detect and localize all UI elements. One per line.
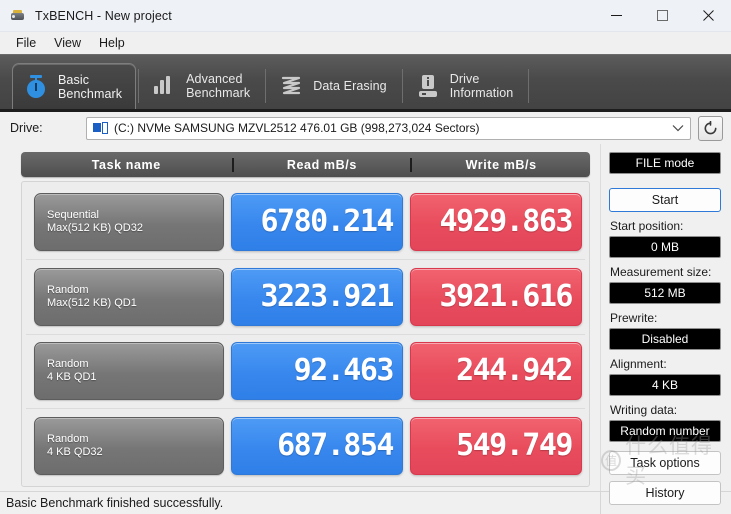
status-message: Basic Benchmark finished successfully. bbox=[6, 495, 224, 510]
alignment-label: Alignment: bbox=[610, 357, 667, 371]
column-header-read: Read mB/s bbox=[231, 157, 411, 172]
tab-data-erasing[interactable]: Data Erasing bbox=[268, 63, 399, 109]
tab-label-drive-information: Drive Information bbox=[449, 72, 514, 100]
tab-strip: Basic Benchmark Advanced Benchmark Data … bbox=[0, 54, 731, 112]
table-row: Random 4 KB QD1 92.463 244.942 bbox=[26, 335, 585, 410]
measurement-size-label: Measurement size: bbox=[610, 265, 712, 279]
drive-info-icon bbox=[415, 72, 441, 100]
mode-display[interactable]: FILE mode bbox=[609, 152, 721, 174]
chevron-down-icon[interactable] bbox=[664, 119, 684, 137]
tab-label-advanced-benchmark: Advanced Benchmark bbox=[186, 72, 251, 100]
usb-drive-icon bbox=[10, 8, 26, 24]
main-body: Task name Read mB/s Write mB/s Sequentia… bbox=[0, 144, 731, 505]
read-value: 687.854 bbox=[277, 428, 394, 464]
task-name-cell: Random 4 KB QD1 bbox=[34, 342, 224, 401]
table-row: Sequential Max(512 KB) QD32 6780.214 492… bbox=[26, 185, 585, 260]
write-value: 549.749 bbox=[456, 428, 573, 464]
task-name-label: Random Max(512 KB) QD1 bbox=[47, 283, 137, 309]
drive-icon bbox=[93, 121, 108, 135]
start-position-label: Start position: bbox=[610, 219, 684, 233]
bar-chart-icon bbox=[151, 72, 177, 100]
column-header-write: Write mB/s bbox=[410, 157, 590, 172]
read-value: 3223.921 bbox=[260, 278, 395, 314]
read-value-cell: 6780.214 bbox=[231, 192, 403, 251]
tab-basic-benchmark[interactable]: Basic Benchmark bbox=[12, 63, 137, 109]
task-options-button[interactable]: Task options bbox=[609, 451, 721, 475]
results-rows: Sequential Max(512 KB) QD32 6780.214 492… bbox=[21, 181, 590, 487]
prewrite-value[interactable]: Disabled bbox=[609, 328, 721, 350]
tab-separator bbox=[401, 69, 403, 103]
prewrite-label: Prewrite: bbox=[610, 311, 658, 325]
refresh-icon bbox=[704, 120, 717, 134]
write-value: 3921.616 bbox=[439, 278, 574, 314]
drive-selected-value: (C:) NVMe SAMSUNG MZVL2512 476.01 GB (99… bbox=[114, 121, 480, 135]
close-icon[interactable] bbox=[685, 0, 731, 32]
task-name-cell: Sequential Max(512 KB) QD32 bbox=[34, 192, 224, 251]
minimize-icon[interactable] bbox=[593, 0, 639, 32]
write-value-cell: 3921.616 bbox=[410, 267, 582, 326]
tab-separator bbox=[138, 69, 140, 103]
measurement-size-value[interactable]: 512 MB bbox=[609, 282, 721, 304]
read-value: 6780.214 bbox=[260, 203, 395, 239]
window-controls bbox=[593, 0, 731, 32]
read-value-cell: 687.854 bbox=[231, 417, 403, 476]
write-value-cell: 4929.863 bbox=[410, 192, 582, 251]
menu-item-view[interactable]: View bbox=[45, 34, 90, 52]
tab-label-data-erasing: Data Erasing bbox=[313, 79, 387, 93]
tab-advanced-benchmark[interactable]: Advanced Benchmark bbox=[141, 63, 263, 109]
writing-data-label: Writing data: bbox=[610, 403, 678, 417]
read-value-cell: 3223.921 bbox=[231, 267, 403, 326]
drive-select[interactable]: (C:) NVMe SAMSUNG MZVL2512 476.01 GB (99… bbox=[86, 116, 691, 140]
read-value-cell: 92.463 bbox=[231, 342, 403, 401]
start-button[interactable]: Start bbox=[609, 188, 721, 212]
task-name-label: Random 4 KB QD32 bbox=[47, 433, 103, 459]
write-value: 244.942 bbox=[456, 353, 573, 389]
task-name-label: Sequential Max(512 KB) QD32 bbox=[47, 208, 143, 234]
task-name-cell: Random Max(512 KB) QD1 bbox=[34, 267, 224, 326]
txbench-window: TxBENCH - New project File View Help Bas… bbox=[0, 0, 731, 514]
history-button[interactable]: History bbox=[609, 481, 721, 505]
write-value: 4929.863 bbox=[439, 203, 574, 239]
maximize-icon[interactable] bbox=[639, 0, 685, 32]
tab-separator bbox=[265, 69, 267, 103]
tab-drive-information[interactable]: Drive Information bbox=[405, 63, 527, 109]
menu-bar: File View Help bbox=[0, 32, 731, 54]
start-position-value[interactable]: 0 MB bbox=[609, 236, 721, 258]
drive-selector-row: Drive: (C:) NVMe SAMSUNG MZVL2512 476.01… bbox=[0, 112, 731, 144]
benchmark-results: Task name Read mB/s Write mB/s Sequentia… bbox=[0, 144, 600, 491]
results-header: Task name Read mB/s Write mB/s bbox=[21, 152, 590, 177]
control-sidebar: FILE mode Start Start position: 0 MB Mea… bbox=[600, 144, 731, 505]
read-value: 92.463 bbox=[293, 353, 395, 389]
drive-label: Drive: bbox=[10, 121, 43, 135]
refresh-drives-button[interactable] bbox=[698, 115, 723, 141]
tab-label-basic-benchmark: Basic Benchmark bbox=[58, 72, 123, 101]
write-value-cell: 549.749 bbox=[410, 417, 582, 476]
menu-item-file[interactable]: File bbox=[7, 34, 45, 52]
column-header-task-name: Task name bbox=[91, 157, 161, 172]
table-row: Random Max(512 KB) QD1 3223.921 3921.616 bbox=[26, 260, 585, 335]
stopwatch-icon bbox=[23, 73, 49, 101]
window-title: TxBENCH - New project bbox=[35, 8, 172, 23]
title-bar: TxBENCH - New project bbox=[0, 0, 731, 32]
writing-data-value[interactable]: Random number bbox=[609, 420, 721, 442]
menu-item-help[interactable]: Help bbox=[90, 34, 134, 52]
tab-separator bbox=[528, 69, 530, 103]
task-name-label: Random 4 KB QD1 bbox=[47, 358, 97, 384]
write-value-cell: 244.942 bbox=[410, 342, 582, 401]
squiggle-erase-icon bbox=[278, 72, 304, 100]
table-row: Random 4 KB QD32 687.854 549.749 bbox=[26, 409, 585, 483]
task-name-cell: Random 4 KB QD32 bbox=[34, 417, 224, 476]
alignment-value[interactable]: 4 KB bbox=[609, 374, 721, 396]
